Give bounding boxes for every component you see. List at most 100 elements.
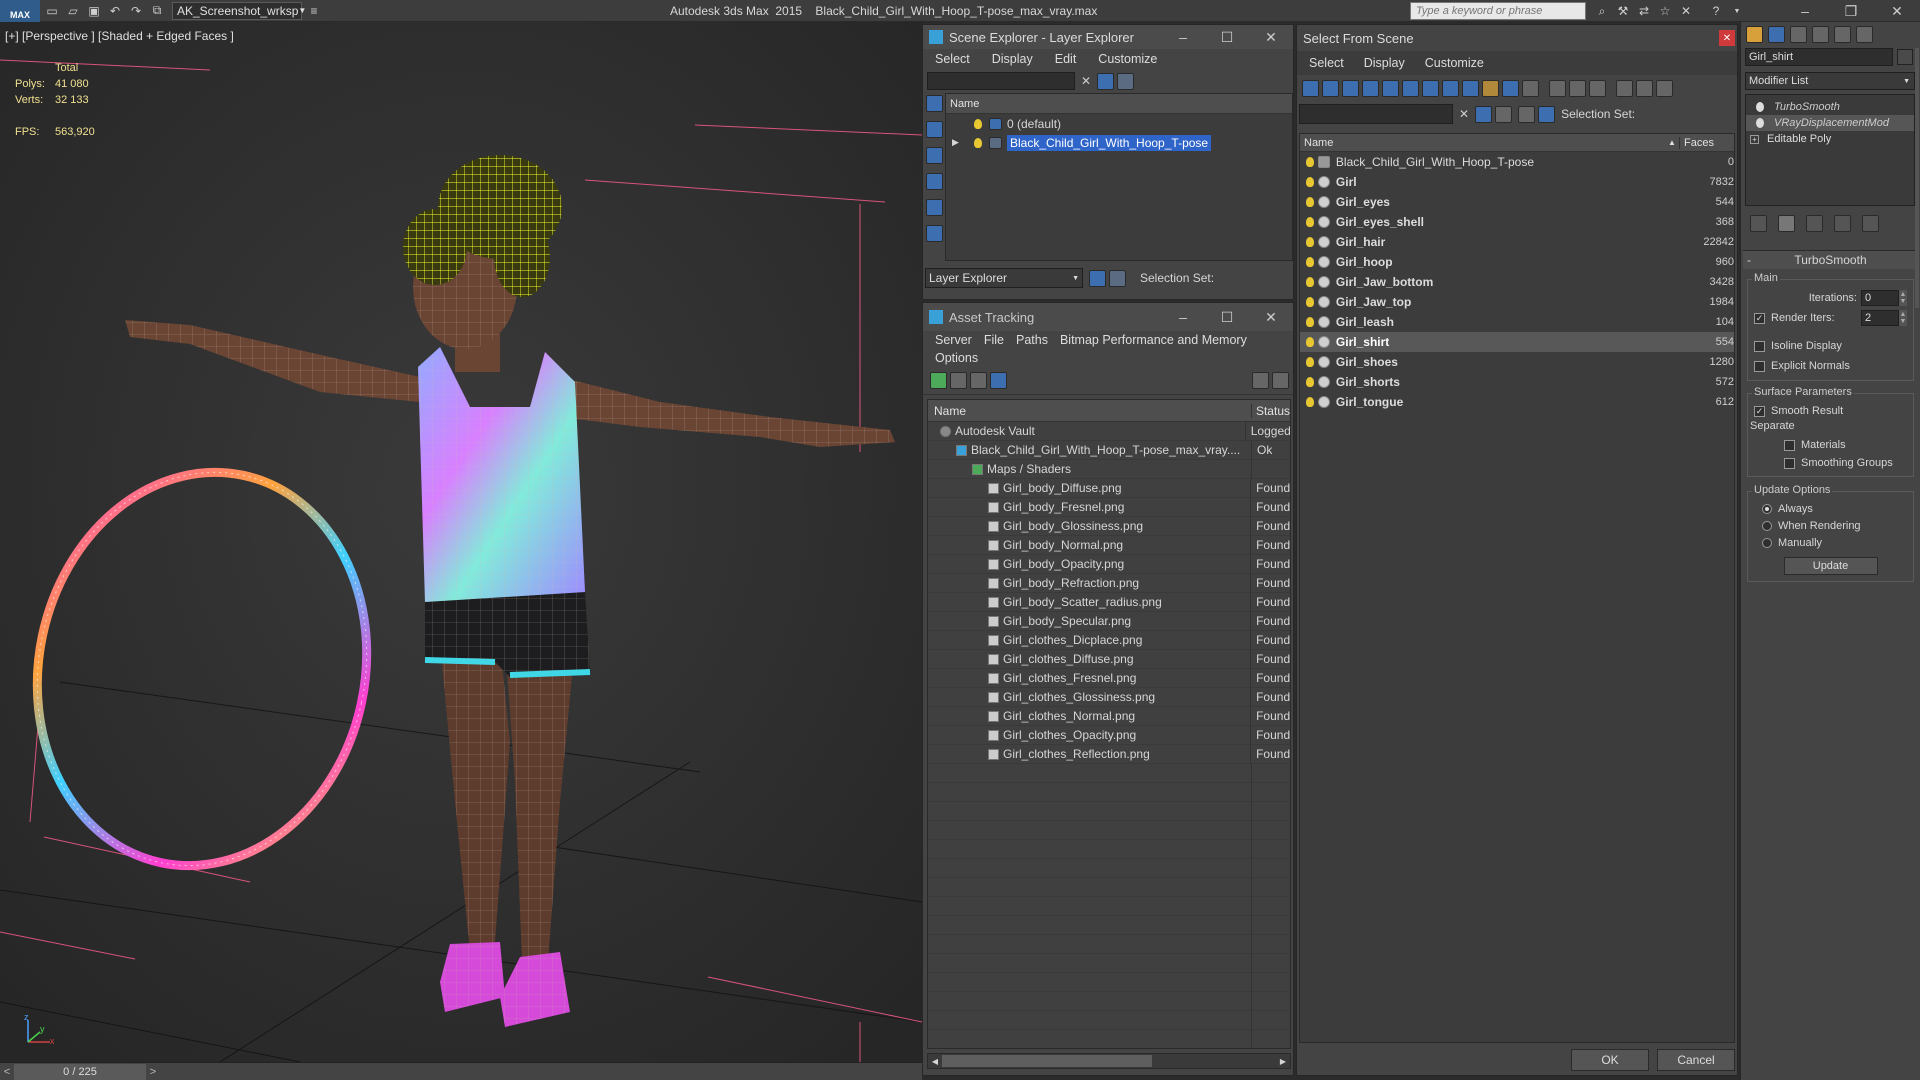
show-end-result-icon[interactable]: [1778, 214, 1795, 232]
tools-icon[interactable]: ⚒: [1614, 3, 1632, 19]
menu-bitmap-performance[interactable]: Bitmap Performance and Memory: [1060, 333, 1247, 347]
asset-row[interactable]: Autodesk Vault Logged: [928, 421, 1290, 441]
asset-tracking-titlebar[interactable]: Asset Tracking – ☐ ✕: [923, 303, 1293, 331]
asset-row[interactable]: Girl_body_Diffuse.png Found: [928, 478, 1290, 498]
maximize-icon[interactable]: ☐: [1205, 309, 1249, 326]
asset-row[interactable]: Girl_clothes_Opacity.png Found: [928, 725, 1290, 745]
lightbulb-icon[interactable]: [1306, 297, 1314, 307]
new-file-icon[interactable]: ▭: [43, 3, 61, 19]
lightbulb-icon[interactable]: [974, 137, 982, 148]
col-status-header[interactable]: Status: [1252, 404, 1290, 418]
hierarchy-icon[interactable]: [1109, 269, 1126, 287]
asset-row[interactable]: Girl_body_Scatter_radius.png Found: [928, 592, 1290, 612]
remove-modifier-icon[interactable]: [1834, 214, 1851, 232]
utilities-tab-icon[interactable]: [1856, 25, 1873, 43]
table-view-icon[interactable]: [990, 372, 1007, 389]
display-geometry-icon[interactable]: [926, 121, 943, 138]
object-row[interactable]: Girl_leash 104: [1300, 312, 1734, 332]
redo-icon[interactable]: ↷: [127, 3, 145, 19]
asset-row[interactable]: Girl_clothes_Reflection.png Found: [928, 744, 1290, 764]
object-row[interactable]: Girl_Jaw_bottom 3428: [1300, 272, 1734, 292]
app-logo[interactable]: MAX: [0, 0, 40, 22]
close-icon[interactable]: ✕: [1874, 3, 1920, 20]
object-row[interactable]: Girl_eyes_shell 368: [1300, 212, 1734, 232]
cancel-button[interactable]: Cancel: [1657, 1049, 1735, 1071]
isoline-display-checkbox[interactable]: [1754, 340, 1765, 352]
star-icon[interactable]: ☆: [1656, 3, 1674, 19]
asset-row[interactable]: Girl_clothes_Dicplace.png Found: [928, 630, 1290, 650]
menu-options[interactable]: Options: [935, 351, 978, 365]
lightbulb-icon[interactable]: [1756, 118, 1764, 128]
asset-row[interactable]: Girl_body_Opacity.png Found: [928, 554, 1290, 574]
menu-select[interactable]: Select: [935, 52, 970, 66]
lightbulb-icon[interactable]: [1306, 237, 1314, 247]
render-iters-checkbox[interactable]: ✓: [1754, 312, 1765, 324]
open-file-icon[interactable]: ▱: [64, 3, 82, 19]
select-invert-icon[interactable]: [1589, 79, 1606, 97]
display-shapes-icon[interactable]: [926, 147, 943, 164]
next-frame-button[interactable]: >: [146, 1066, 160, 1078]
object-row[interactable]: Girl_eyes 544: [1300, 192, 1734, 212]
select-search-input[interactable]: [1299, 104, 1453, 124]
workspace-dropdown[interactable]: AK_Screenshot_wrksp ▼: [172, 1, 306, 20]
menu-server[interactable]: Server: [935, 333, 972, 347]
clear-search-icon[interactable]: ✕: [1081, 74, 1091, 88]
object-name-input[interactable]: Girl_shirt: [1745, 48, 1893, 66]
horizontal-scrollbar[interactable]: ◀ ▶: [927, 1053, 1291, 1069]
pin-stack-icon[interactable]: [1750, 214, 1767, 232]
menu-display[interactable]: Display: [992, 52, 1033, 66]
ok-button[interactable]: OK: [1571, 1049, 1649, 1071]
command-panel-scrollbar[interactable]: [1915, 48, 1919, 308]
object-row[interactable]: Girl_hoop 960: [1300, 252, 1734, 272]
help-icon[interactable]: ?: [1707, 3, 1725, 19]
help-dropdown-icon[interactable]: ▼: [1728, 3, 1746, 19]
layer-row[interactable]: 0 (default): [946, 114, 1292, 133]
turbosmooth-rollout-header[interactable]: - TurboSmooth: [1743, 251, 1918, 269]
stack-item-vraydisplacement[interactable]: VRayDisplacementMod: [1746, 115, 1914, 131]
render-iters-spinner[interactable]: ▲ ▼: [1899, 310, 1907, 326]
asset-row[interactable]: Girl_clothes_Fresnel.png Found: [928, 668, 1290, 688]
project-folder-icon[interactable]: ⧉: [148, 3, 166, 19]
display-bones-icon[interactable]: [1462, 79, 1479, 97]
perspective-viewport[interactable]: [+] [Perspective ] [Shaded + Edged Faces…: [0, 22, 922, 1062]
object-color-swatch[interactable]: [1897, 49, 1913, 65]
update-button[interactable]: Update: [1783, 557, 1878, 575]
object-row[interactable]: Girl_shorts 572: [1300, 372, 1734, 392]
minimize-icon[interactable]: –: [1161, 29, 1205, 45]
display-hidden-icon[interactable]: [1522, 79, 1539, 97]
scene-explorer-search-input[interactable]: [927, 72, 1075, 90]
iterations-spinner[interactable]: ▲ ▼: [1899, 290, 1907, 306]
manually-radio[interactable]: [1762, 537, 1772, 548]
asset-row[interactable]: Maps / Shaders: [928, 459, 1290, 479]
help-icon[interactable]: [1252, 372, 1269, 389]
create-tab-icon[interactable]: [1746, 25, 1763, 43]
display-geometry-icon[interactable]: [1302, 79, 1319, 97]
minimize-icon[interactable]: –: [1161, 309, 1205, 325]
display-cameras-icon[interactable]: [1362, 79, 1379, 97]
cross-tools-icon[interactable]: ✕: [1677, 3, 1695, 19]
menu-paths[interactable]: Paths: [1016, 333, 1048, 347]
stack-item-editable-poly[interactable]: + Editable Poly: [1746, 131, 1914, 147]
asset-row[interactable]: Girl_body_Glossiness.png Found: [928, 516, 1290, 536]
lightbulb-icon[interactable]: [974, 118, 982, 129]
menu-edit[interactable]: Edit: [1055, 52, 1077, 66]
select-all-icon[interactable]: [1549, 79, 1566, 97]
scroll-right-icon[interactable]: ▶: [1276, 1057, 1290, 1066]
object-row[interactable]: Girl_tongue 612: [1300, 392, 1734, 412]
lightbulb-icon[interactable]: [1306, 317, 1314, 327]
prev-frame-button[interactable]: <: [0, 1066, 14, 1078]
display-spacewarps-icon[interactable]: [1402, 79, 1419, 97]
object-row[interactable]: Girl_hair 22842: [1300, 232, 1734, 252]
expand-arrow-icon[interactable]: ▶: [952, 137, 968, 148]
display-xrefs-icon[interactable]: [1442, 79, 1459, 97]
scroll-left-icon[interactable]: ◀: [928, 1057, 942, 1066]
search-field[interactable]: Type a keyword or phrase: [1410, 2, 1586, 20]
object-row[interactable]: Girl_shoes 1280: [1300, 352, 1734, 372]
render-iters-input[interactable]: 2: [1861, 310, 1899, 326]
col-name-header[interactable]: Name: [1300, 136, 1680, 149]
filter-icon[interactable]: [1475, 105, 1493, 123]
modifier-list-dropdown[interactable]: Modifier List ▼: [1745, 72, 1915, 90]
layer-manager-icon[interactable]: [1089, 269, 1106, 287]
iterations-input[interactable]: 0: [1861, 290, 1899, 306]
display-helpers-icon[interactable]: [926, 225, 943, 242]
